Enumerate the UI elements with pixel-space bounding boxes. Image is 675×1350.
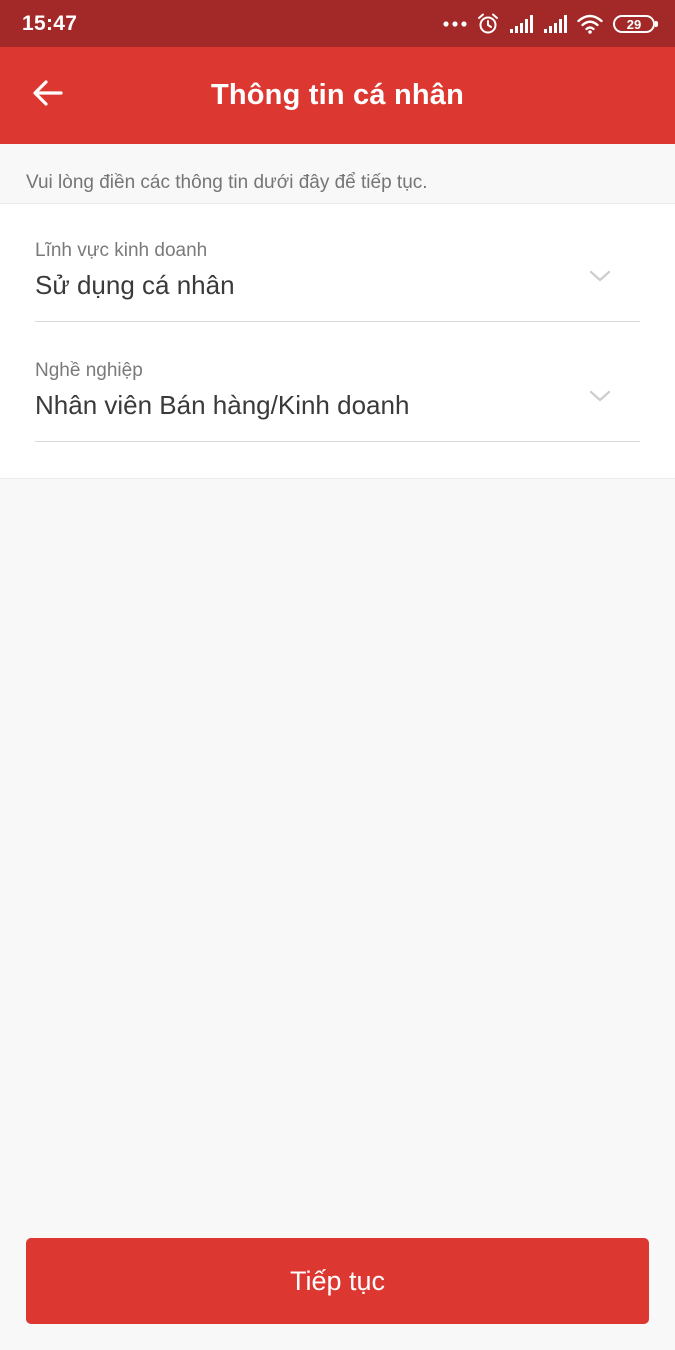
- occupation-value: Nhân viên Bán hàng/Kinh doanh: [35, 390, 410, 420]
- business-field-select[interactable]: Lĩnh vực kinh doanh Sử dụng cá nhân: [35, 204, 640, 322]
- page-title: Thông tin cá nhân: [210, 79, 465, 111]
- chevron-down-icon: [588, 268, 612, 284]
- app-bar: Thông tin cá nhân: [0, 47, 675, 144]
- alarm-icon: [477, 13, 499, 35]
- signal-icon: [543, 15, 567, 33]
- more-dots-icon: [443, 20, 467, 28]
- business-field-label: Lĩnh vực kinh doanh: [35, 240, 208, 261]
- instruction-text: Vui lòng điền các thông tin dưới đây để …: [26, 172, 428, 193]
- signal-icon: [509, 15, 533, 33]
- status-icons: 29: [443, 11, 658, 37]
- wifi-icon: [577, 14, 603, 34]
- occupation-select[interactable]: Nghề nghiệp Nhân viên Bán hàng/Kinh doan…: [35, 324, 640, 442]
- battery-level: 29: [626, 16, 642, 32]
- status-bar: 15:47 29: [0, 0, 675, 47]
- occupation-label: Nghề nghiệp: [35, 360, 143, 381]
- chevron-down-icon: [588, 388, 612, 404]
- form-card: Lĩnh vực kinh doanh Sử dụng cá nhân Nghề…: [0, 203, 675, 479]
- continue-button[interactable]: Tiếp tục: [26, 1238, 649, 1324]
- status-time: 15:47: [22, 12, 78, 35]
- business-field-value: Sử dụng cá nhân: [35, 270, 235, 300]
- battery-icon: 29: [613, 15, 658, 33]
